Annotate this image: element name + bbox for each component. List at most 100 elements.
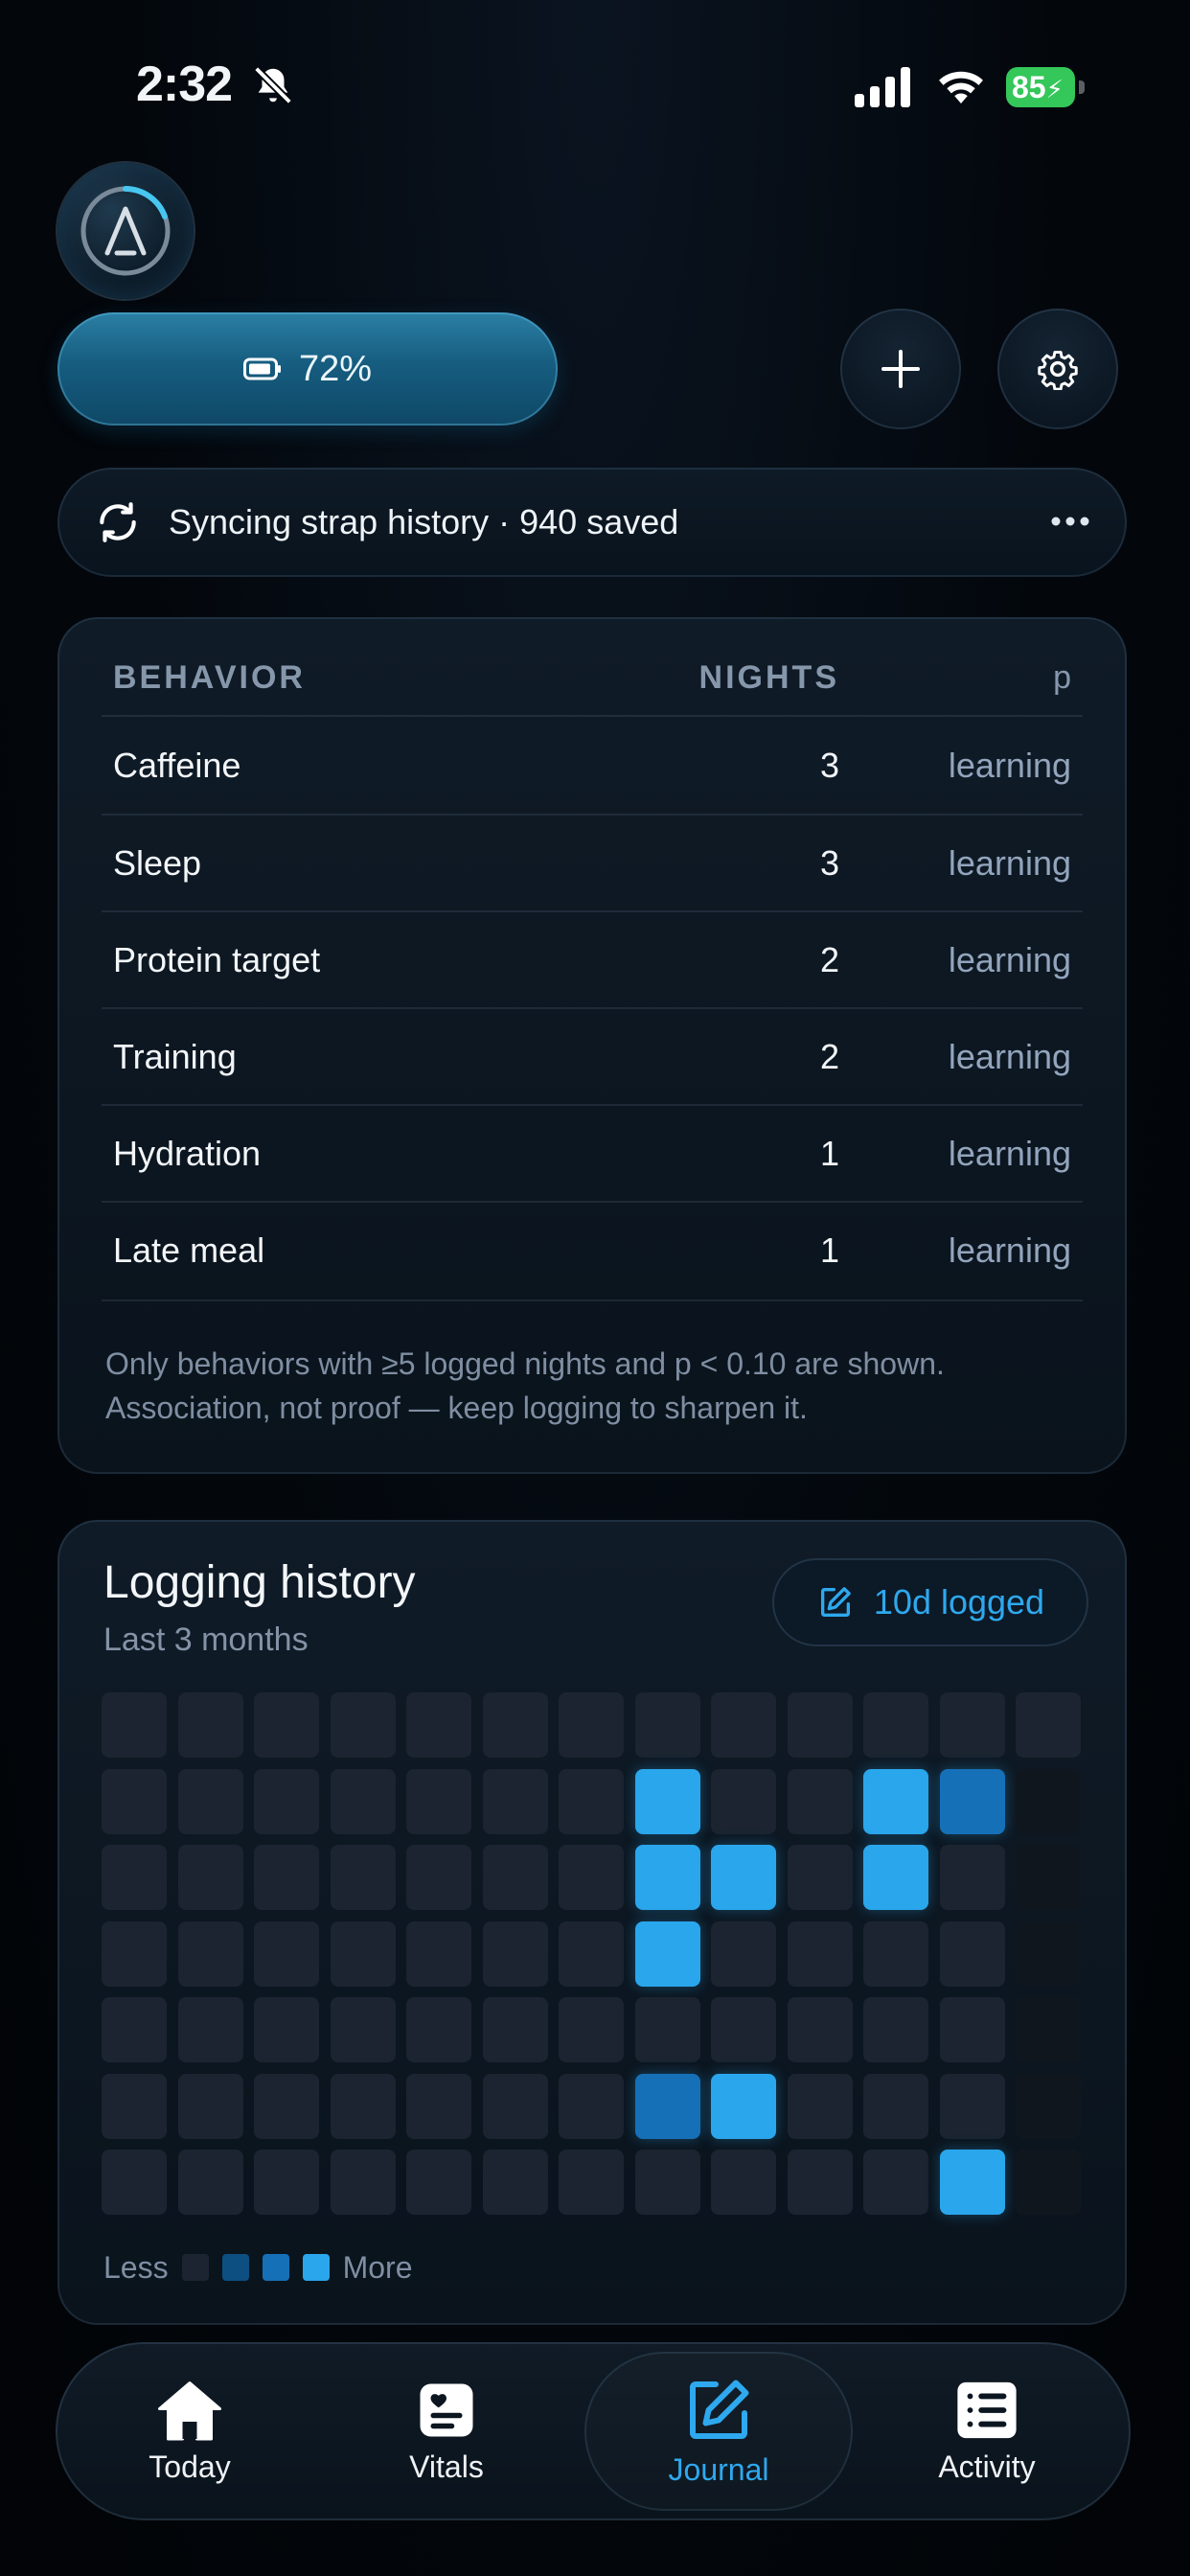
heatmap-cell[interactable] — [254, 1921, 319, 1987]
heatmap-cell[interactable] — [483, 2074, 548, 2139]
heatmap-cell[interactable] — [331, 1845, 396, 1910]
settings-button[interactable] — [997, 309, 1118, 429]
heatmap-cell[interactable] — [940, 1845, 1005, 1910]
heatmap-cell[interactable] — [1016, 1845, 1081, 1910]
heatmap-cell[interactable] — [863, 1692, 928, 1758]
tab-activity[interactable]: Activity — [853, 2342, 1121, 2520]
heatmap-cell[interactable] — [1016, 1769, 1081, 1834]
heatmap-cell[interactable] — [331, 1921, 396, 1987]
heatmap-cell[interactable] — [331, 1997, 396, 2062]
heatmap-cell[interactable] — [711, 2074, 776, 2139]
heatmap-cell[interactable] — [178, 1845, 243, 1910]
heatmap-cell[interactable] — [1016, 2150, 1081, 2215]
table-row[interactable]: Protein target 2 learning — [102, 911, 1083, 1008]
table-row[interactable]: Late meal 1 learning — [102, 1202, 1083, 1299]
heatmap-cell[interactable] — [102, 1845, 167, 1910]
heatmap-cell[interactable] — [178, 2150, 243, 2215]
heatmap-cell[interactable] — [331, 2150, 396, 2215]
heatmap-cell[interactable] — [483, 1692, 548, 1758]
heatmap-cell[interactable] — [178, 1997, 243, 2062]
table-row[interactable]: Training 2 learning — [102, 1008, 1083, 1105]
heatmap-cell[interactable] — [863, 1769, 928, 1834]
heatmap-cell[interactable] — [483, 1769, 548, 1834]
heatmap-cell[interactable] — [483, 1921, 548, 1987]
heatmap-cell[interactable] — [635, 1769, 700, 1834]
heatmap-cell[interactable] — [178, 1692, 243, 1758]
heatmap-cell[interactable] — [1016, 1921, 1081, 1987]
heatmap-cell[interactable] — [788, 2074, 853, 2139]
heatmap-cell[interactable] — [788, 1921, 853, 1987]
heatmap-cell[interactable] — [711, 1692, 776, 1758]
heatmap-cell[interactable] — [331, 1769, 396, 1834]
heatmap-cell[interactable] — [788, 2150, 853, 2215]
heatmap-cell[interactable] — [940, 2150, 1005, 2215]
heatmap-cell[interactable] — [559, 2150, 624, 2215]
heatmap-cell[interactable] — [483, 2150, 548, 2215]
heatmap-cell[interactable] — [178, 1769, 243, 1834]
heatmap-cell[interactable] — [406, 1921, 471, 1987]
heatmap-cell[interactable] — [483, 1845, 548, 1910]
add-button[interactable] — [840, 309, 961, 429]
heatmap-cell[interactable] — [406, 1997, 471, 2062]
heatmap-cell[interactable] — [711, 2150, 776, 2215]
heatmap-cell[interactable] — [863, 1921, 928, 1987]
sync-banner[interactable]: Syncing strap history · 940 saved — [57, 468, 1127, 577]
heatmap-cell[interactable] — [254, 1692, 319, 1758]
logged-days-badge[interactable]: 10d logged — [772, 1558, 1088, 1646]
heatmap-cell[interactable] — [254, 1997, 319, 2062]
table-row[interactable]: Caffeine 3 learning — [102, 717, 1083, 814]
heatmap-cell[interactable] — [863, 1997, 928, 2062]
heatmap-cell[interactable] — [102, 1692, 167, 1758]
heatmap-cell[interactable] — [635, 2150, 700, 2215]
heatmap-cell[interactable] — [711, 1997, 776, 2062]
heatmap-cell[interactable] — [940, 1692, 1005, 1758]
tab-journal[interactable]: Journal — [584, 2352, 853, 2511]
heatmap-cell[interactable] — [483, 1997, 548, 2062]
heatmap-cell[interactable] — [940, 1769, 1005, 1834]
heatmap-cell[interactable] — [331, 1692, 396, 1758]
heatmap-cell[interactable] — [788, 1769, 853, 1834]
heatmap-cell[interactable] — [102, 1997, 167, 2062]
table-row[interactable]: Sleep 3 learning — [102, 815, 1083, 911]
heatmap-cell[interactable] — [406, 1845, 471, 1910]
heatmap-cell[interactable] — [254, 1845, 319, 1910]
heatmap-cell[interactable] — [635, 2074, 700, 2139]
heatmap-cell[interactable] — [406, 1692, 471, 1758]
heatmap-cell[interactable] — [178, 1921, 243, 1987]
heatmap-cell[interactable] — [863, 2150, 928, 2215]
heatmap-cell[interactable] — [254, 2150, 319, 2215]
tab-today[interactable]: Today — [56, 2342, 324, 2520]
heatmap-cell[interactable] — [1016, 1692, 1081, 1758]
heatmap-cell[interactable] — [635, 1845, 700, 1910]
heatmap-cell[interactable] — [178, 2074, 243, 2139]
heatmap-cell[interactable] — [559, 2074, 624, 2139]
heatmap-cell[interactable] — [331, 2074, 396, 2139]
heatmap-cell[interactable] — [1016, 1997, 1081, 2062]
heatmap-cell[interactable] — [863, 1845, 928, 1910]
heatmap-cell[interactable] — [788, 1997, 853, 2062]
heatmap-cell[interactable] — [406, 2074, 471, 2139]
tab-vitals[interactable]: Vitals — [312, 2342, 581, 2520]
heatmap-cell[interactable] — [254, 1769, 319, 1834]
heatmap-cell[interactable] — [788, 1692, 853, 1758]
app-logo[interactable] — [57, 163, 194, 299]
more-icon[interactable] — [1048, 502, 1092, 540]
heatmap-cell[interactable] — [559, 1692, 624, 1758]
heatmap-cell[interactable] — [711, 1769, 776, 1834]
heatmap-cell[interactable] — [940, 1921, 1005, 1987]
heatmap-cell[interactable] — [711, 1921, 776, 1987]
heatmap-cell[interactable] — [635, 1692, 700, 1758]
heatmap-cell[interactable] — [102, 2150, 167, 2215]
heatmap-cell[interactable] — [635, 1921, 700, 1987]
heatmap-cell[interactable] — [102, 2074, 167, 2139]
heatmap-cell[interactable] — [559, 1769, 624, 1834]
heatmap-cell[interactable] — [406, 1769, 471, 1834]
heatmap-cell[interactable] — [635, 1997, 700, 2062]
table-row[interactable]: Hydration 1 learning — [102, 1105, 1083, 1202]
heatmap-cell[interactable] — [863, 2074, 928, 2139]
heatmap-cell[interactable] — [940, 2074, 1005, 2139]
device-battery-button[interactable]: 72% — [57, 312, 558, 426]
heatmap-cell[interactable] — [102, 1921, 167, 1987]
heatmap-cell[interactable] — [406, 2150, 471, 2215]
heatmap-cell[interactable] — [711, 1845, 776, 1910]
